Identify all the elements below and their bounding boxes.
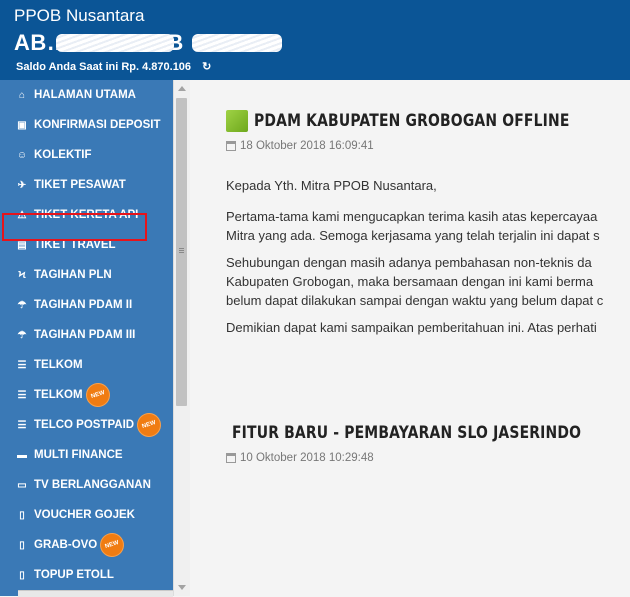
main-content: PDAM KABUPATEN GROBOGAN OFFLINE 18 Oktob… (190, 80, 630, 596)
sidebar-item-konfirmasi-deposit[interactable]: ▣ KONFIRMASI DEPOSIT (0, 110, 173, 140)
money-icon: ▣ (17, 119, 27, 131)
list-icon: ☰ (17, 389, 27, 401)
sidebar-item-kolektif[interactable]: ☺ KOLEKTIF (0, 140, 173, 170)
sidebar-item-label: TIKET KERETA API (34, 209, 139, 221)
calendar-icon (226, 453, 236, 463)
bolt-icon: ϟ (18, 269, 26, 281)
sidebar-item-label: TELCO POSTPAID (34, 419, 135, 431)
article-title[interactable]: FITUR BARU - PEMBAYARAN SLO JASERINDO (232, 423, 581, 443)
sidebar-item-label: TAGIHAN PDAM II (34, 299, 133, 311)
sidebar-item-tagihan-pln[interactable]: ϟ TAGIHAN PLN (0, 260, 173, 290)
sidebar-item-halaman-utama[interactable]: ⌂ HALAMAN UTAMA (0, 80, 173, 110)
sidebar-item-label: TELKOM (34, 359, 83, 371)
umbrella-icon: ☂ (17, 329, 27, 341)
sidebar-item-topup-etoll[interactable]: ▯ TOPUP ETOLL (0, 560, 173, 590)
article-date-row: 18 Oktober 2018 16:09:41 (226, 140, 630, 152)
sidebar-item-label: TAGIHAN PDAM III (34, 329, 136, 341)
mobile-icon: ▯ (19, 509, 25, 521)
article-line: Pertama-tama kami mengucapkan terima kas… (226, 209, 598, 224)
sidebar-item-tv-berlangganan[interactable]: ▭ TV BERLANGGANAN (0, 470, 173, 500)
sidebar-item-telco-postpaid[interactable]: ☰ TELCO POSTPAID NEW (0, 410, 173, 440)
article-body: Kepada Yth. Mitra PPOB Nusantara, Pertam… (226, 176, 630, 337)
sidebar-scrollbar[interactable] (173, 80, 190, 596)
sidebar-item-label: VOUCHER GOJEK (34, 509, 135, 521)
sidebar-item-tiket-travel[interactable]: ▤ TIKET TRAVEL (0, 230, 173, 260)
redaction-mark (192, 34, 282, 52)
mobile-icon: ▯ (19, 569, 25, 581)
redaction-mark (56, 34, 174, 52)
scroll-down-arrow-icon[interactable] (178, 585, 186, 590)
calendar-icon (226, 141, 236, 151)
sidebar-item-tagihan-pdam-ii[interactable]: ☂ TAGIHAN PDAM II (0, 290, 173, 320)
refresh-icon[interactable]: ↻ (202, 60, 211, 73)
sidebar-item-label: KOLEKTIF (34, 149, 92, 161)
scroll-thumb[interactable] (176, 98, 187, 406)
sidebar-item-multi-finance[interactable]: ▬ MULTI FINANCE (0, 440, 173, 470)
balance-label: Saldo Anda Saat ini Rp. 4.870.106 (16, 61, 192, 73)
article-date: 18 Oktober 2018 16:09:41 (240, 140, 374, 152)
article-title-row: PDAM KABUPATEN GROBOGAN OFFLINE (226, 106, 630, 136)
sidebar-item-tagihan-pdam-iii[interactable]: ☂ TAGIHAN PDAM III (0, 320, 173, 350)
sidebar-item-label: TIKET TRAVEL (34, 239, 116, 251)
scroll-up-arrow-icon[interactable] (178, 86, 186, 91)
plane-icon: ✈ (17, 179, 27, 191)
article-paragraph: Kepada Yth. Mitra PPOB Nusantara, (226, 178, 437, 193)
article-line: Mitra yang ada. Semoga kerjasama yang te… (226, 228, 600, 243)
article-paragraph: Demikian dapat kami sampaikan pemberitah… (226, 320, 597, 335)
sidebar-item-label: TIKET PESAWAT (34, 179, 126, 191)
new-badge: NEW (98, 531, 127, 559)
article-title-row: FITUR BARU - PEMBAYARAN SLO JASERINDO (226, 418, 630, 448)
warning-icon: ⚠ (17, 209, 27, 221)
new-badge: NEW (135, 411, 163, 439)
green-square-icon (226, 110, 248, 132)
sidebar-item-label: MULTI FINANCE (34, 449, 123, 461)
home-icon: ⌂ (18, 89, 26, 101)
sidebar-item-tiket-kereta-api[interactable]: ⚠ TIKET KERETA API (0, 200, 173, 230)
news-article: FITUR BARU - PEMBAYARAN SLO JASERINDO 10… (226, 418, 630, 464)
grip-icon (179, 248, 184, 249)
article-line: Sehubungan dengan masih adanya pembahasa… (226, 255, 592, 270)
article-line: Kabupaten Grobogan, maka bersamaan denga… (226, 274, 594, 289)
article-date-row: 10 Oktober 2018 10:29:48 (226, 452, 630, 464)
sidebar-item-label: TV BERLANGGANAN (34, 479, 151, 491)
sidebar-item-voucher-gojek[interactable]: ▯ VOUCHER GOJEK (0, 500, 173, 530)
article-paragraph: Sehubungan dengan masih adanya pembahasa… (226, 253, 630, 310)
sidebar-item-telkom[interactable]: ☰ TELKOM (0, 350, 173, 380)
article-paragraph: Pertama-tama kami mengucapkan terima kas… (226, 207, 630, 245)
umbrella-icon: ☂ (17, 299, 27, 311)
sidebar-item-label: KONFIRMASI DEPOSIT (34, 119, 161, 131)
monitor-icon: ▭ (17, 479, 27, 491)
article-line: belum dapat dilakukan sampai dengan wakt… (226, 293, 604, 308)
new-badge: NEW (83, 381, 112, 409)
news-article: PDAM KABUPATEN GROBOGAN OFFLINE 18 Oktob… (226, 106, 630, 345)
balance-text: Saldo Anda Saat ini Rp. 4.870.106 ↻ (16, 60, 211, 73)
sidebar-item-label: GRAB-OVO (34, 539, 98, 551)
mobile-icon: ▯ (19, 539, 25, 551)
sidebar-item-label: TELKOM (34, 389, 83, 401)
list-icon: ☰ (17, 419, 27, 431)
list-icon: ☰ (17, 359, 27, 371)
sidebar-item-label: HALAMAN UTAMA (34, 89, 136, 101)
sidebar-nav: ⌂ HALAMAN UTAMA ▣ KONFIRMASI DEPOSIT ☺ K… (0, 80, 173, 596)
article-date: 10 Oktober 2018 10:29:48 (240, 452, 374, 464)
bus-icon: ▤ (17, 239, 27, 251)
sidebar-item-telkom-new[interactable]: ☰ TELKOM NEW (0, 380, 173, 410)
card-icon: ▬ (17, 449, 27, 461)
sidebar-item-tiket-pesawat[interactable]: ✈ TIKET PESAWAT (0, 170, 173, 200)
app-header: PPOB Nusantara AB… - … PPOB Saldo Anda S… (0, 0, 630, 80)
sidebar-item-label: TAGIHAN PLN (34, 269, 112, 281)
brand-name[interactable]: PPOB Nusantara (14, 6, 144, 26)
sidebar-item-grab-ovo[interactable]: ▯ GRAB-OVO NEW (0, 530, 173, 560)
article-title[interactable]: PDAM KABUPATEN GROBOGAN OFFLINE (254, 111, 570, 131)
sidebar-item-label: TOPUP ETOLL (34, 569, 114, 581)
users-icon: ☺ (16, 149, 28, 161)
